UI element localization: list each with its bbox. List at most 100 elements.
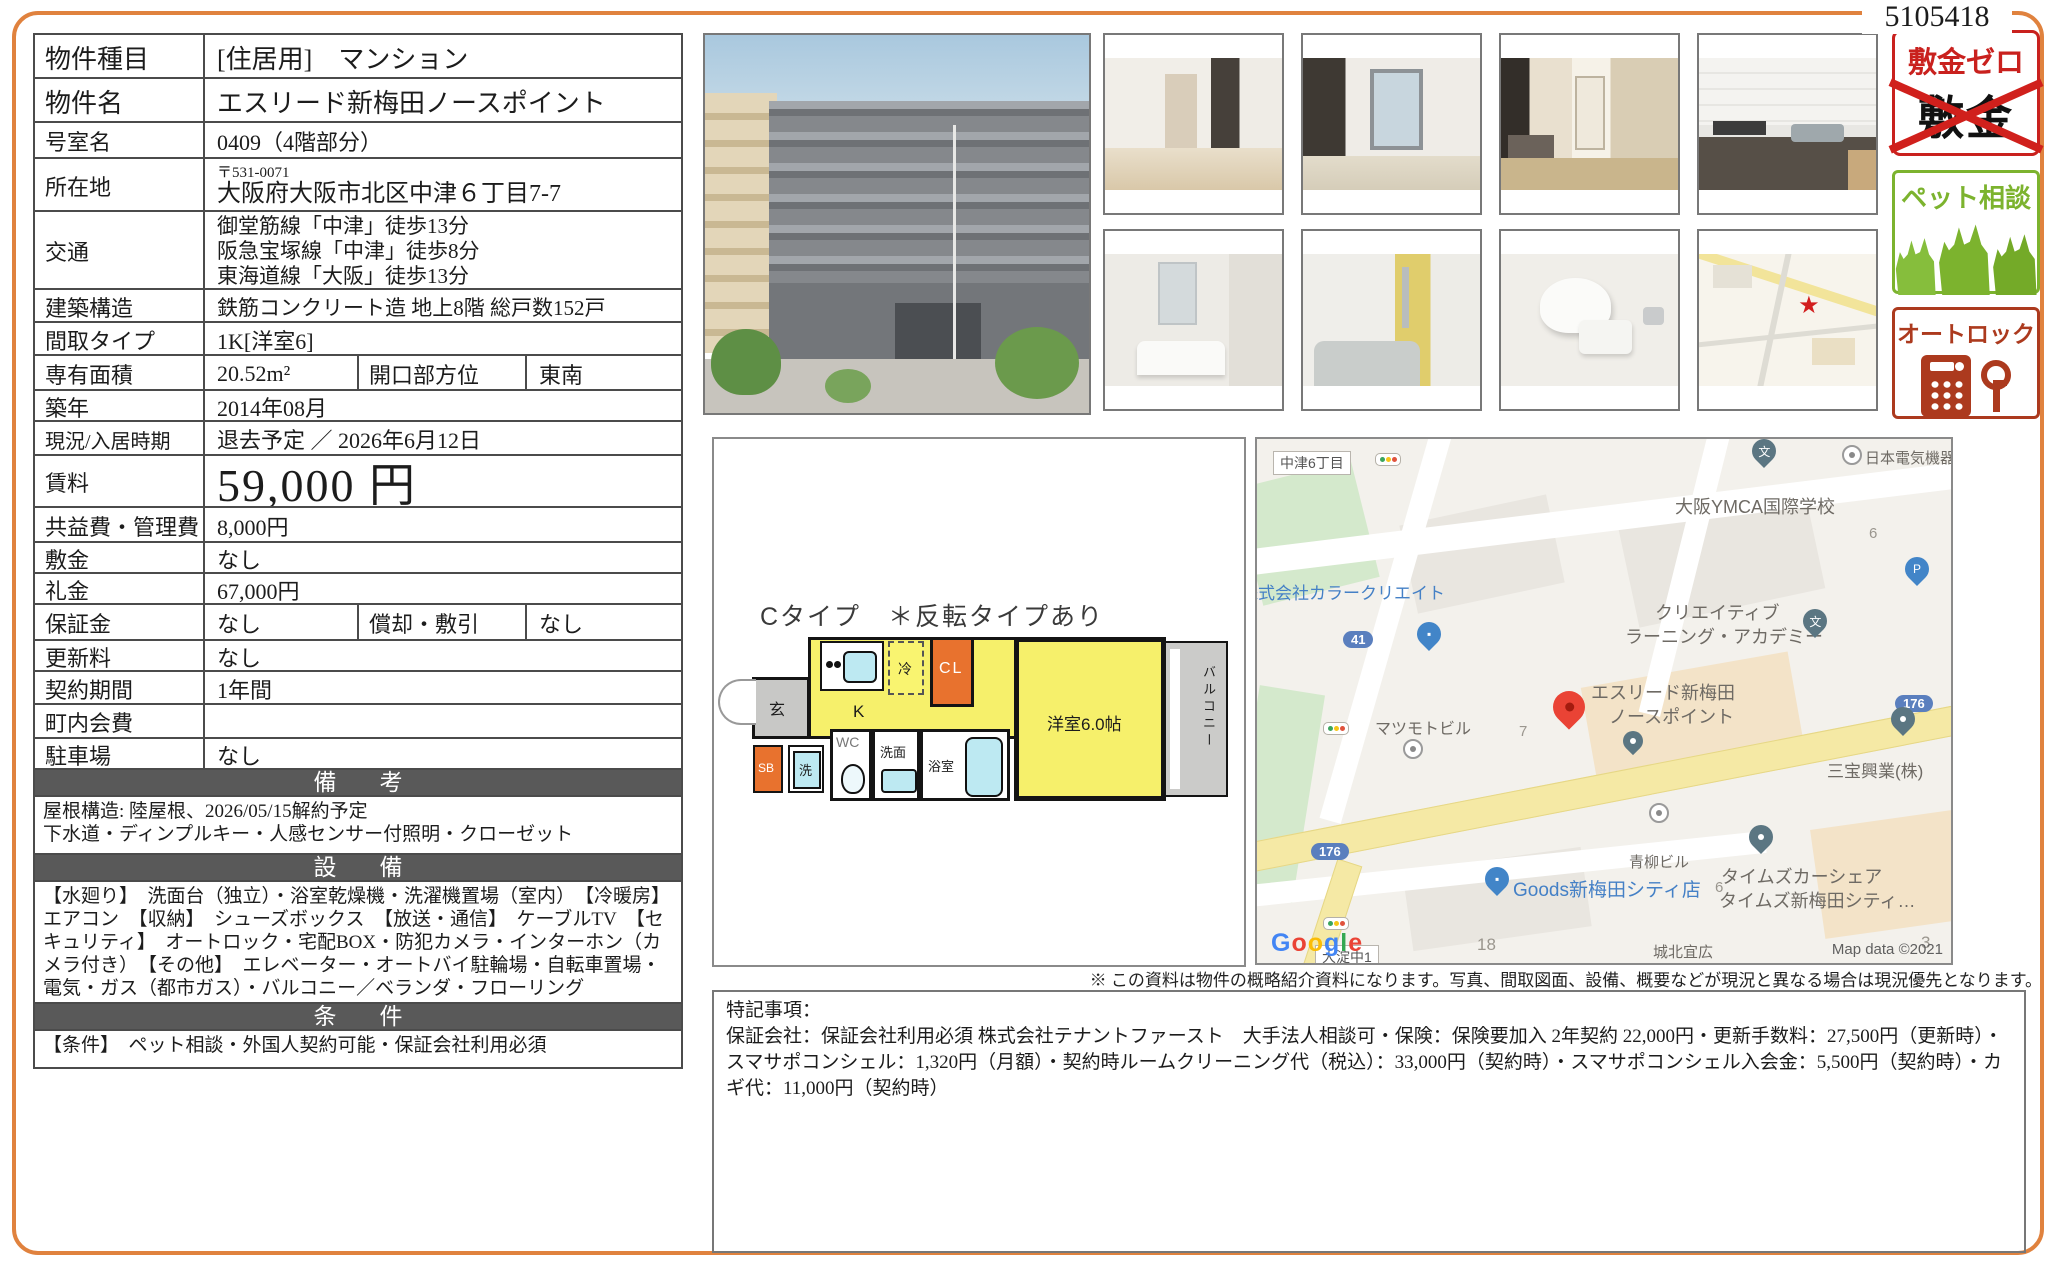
- dog-icon: [1992, 233, 2037, 295]
- photo-counter: [1508, 135, 1554, 159]
- mini-map-star: ★: [1798, 294, 1820, 318]
- row-label: 所在地: [35, 159, 203, 210]
- photo-floor: [1303, 156, 1480, 190]
- crossed-deposit-word: 敷金: [1901, 83, 2031, 147]
- row-value: 8,000円: [205, 508, 681, 541]
- map-label-creative-2: ラーニング・アカデミー: [1625, 623, 1823, 649]
- row-value: [205, 705, 681, 737]
- photo-floor: [1105, 148, 1282, 190]
- table-row-name: 物件名 エスリード新梅田ノースポイント: [35, 79, 681, 121]
- photo-tree: [711, 329, 781, 395]
- shop-pin-icon: ▪: [1412, 617, 1446, 651]
- photo-shower-bar: [1402, 267, 1409, 328]
- map-label-creative-1: クリエイティブ: [1655, 599, 1780, 625]
- mini-map-block: [1713, 265, 1752, 289]
- row-value: なし: [205, 543, 681, 572]
- faucet-dot: [826, 661, 833, 668]
- floorplan-fridge: 冷: [888, 641, 924, 695]
- transport-line: 阪急宝塚線「中津」徒歩8分: [217, 239, 480, 264]
- poi-pin-icon: [1649, 803, 1669, 823]
- map-label-times-1: タイムズカーシェア: [1721, 863, 1882, 889]
- map-copyright: Map data ©2021: [1832, 941, 1943, 958]
- photo-walls: [1105, 254, 1282, 386]
- row-value-2: なし: [527, 605, 681, 639]
- special-notes-body: 保証会社：保証会社利用必須 株式会社テナントファースト 大手法人相談可・保険：保…: [726, 1024, 2012, 1102]
- row-value: 2014年08月: [205, 391, 681, 420]
- photo-floor: [1848, 150, 1876, 190]
- row-value: なし: [205, 641, 681, 670]
- photo-toilet-tank: [1579, 320, 1632, 354]
- row-label: 駐車場: [35, 739, 203, 768]
- table-row-contract: 契約期間 1年間: [35, 672, 681, 703]
- row-label: 礼金: [35, 574, 203, 603]
- photo-entrance: [895, 303, 981, 359]
- row-label: 敷金: [35, 543, 203, 572]
- row-value: 20.52m²: [205, 356, 357, 389]
- photo-grid: ★: [1103, 33, 1879, 411]
- photo-walls: [1303, 58, 1480, 190]
- room-label: 洋室6.0帖: [1047, 710, 1122, 735]
- table-row-built: 築年 2014年08月: [35, 391, 681, 420]
- table-row-rent: 賃料 59,000 円: [35, 456, 681, 506]
- table-row-room: 号室名 0409（4階部分）: [35, 123, 681, 157]
- photo-toilet: [1499, 229, 1680, 411]
- map-number: 6: [1869, 525, 1877, 542]
- map-number: 7: [1519, 723, 1527, 740]
- floorplan-main-room: 洋室6.0帖: [1014, 637, 1166, 801]
- dog-silhouettes-icon: [1895, 217, 2037, 295]
- photo-washbasin: [1103, 229, 1284, 411]
- photo-balcony-window: [1370, 69, 1423, 151]
- photo-bathtub: [1314, 341, 1420, 386]
- floorplan-shoe-box: SB: [753, 745, 783, 793]
- photo-room-window: [1301, 33, 1482, 215]
- photo-side-building: [705, 93, 777, 353]
- photo-flagpole: [953, 125, 956, 365]
- autolock-icons: [1895, 355, 2037, 417]
- toilet-shape: [841, 764, 865, 794]
- floorplan-drawing: K 冷 CL 玄 SB: [748, 637, 1234, 803]
- floorplan-sink-unit: [820, 641, 884, 691]
- mini-map-block: [1812, 338, 1854, 364]
- transport-line: 御堂筋線「中津」徒歩13分: [217, 214, 469, 239]
- dog-icon: [1895, 237, 1936, 295]
- transport-line: 東海道線「大阪」徒歩13分: [217, 264, 469, 289]
- shoe-box-label: SB: [758, 761, 774, 775]
- table-row-common-fee: 共益費・管理費 8,000円: [35, 508, 681, 541]
- traffic-light-icon: [1323, 722, 1349, 735]
- row-label: 賃料: [35, 456, 203, 506]
- floorplan-box: Cタイプ ＊反転タイプあり K 冷 CL 玄: [712, 437, 1246, 967]
- map-label-esleed-2: ノースポイント: [1609, 703, 1734, 729]
- table-row-address: 所在地 〒531-0071 大阪府大阪市北区中津６丁目7-7: [35, 159, 681, 210]
- intercom-keypad: [1929, 379, 1965, 411]
- table-row-layout: 間取タイプ 1K[洋室6]: [35, 323, 681, 354]
- map-label-matsumoto: マツモトビル: [1375, 715, 1471, 739]
- photo-mini-map: ★: [1697, 229, 1878, 411]
- kitchen-sink: [843, 651, 877, 683]
- photo-mirror: [1158, 262, 1197, 325]
- floorplan-entrance: 玄: [752, 677, 810, 739]
- photo-kitchen-corridor: [1499, 33, 1680, 215]
- map-number: 18: [1477, 935, 1496, 955]
- map-label-sanpo: 三宝興業(株): [1827, 757, 1923, 782]
- poi-pin-icon: [1403, 739, 1423, 759]
- row-value: 67,000円: [205, 574, 681, 603]
- photo-door: [1575, 76, 1605, 150]
- table-row-type: 物件種目 [住居用] マンション: [35, 35, 681, 77]
- map-label-denki: 日本電気機器: [1865, 447, 1953, 468]
- floorplan-wc: WC: [830, 729, 872, 801]
- row-label: 物件種目: [35, 35, 203, 77]
- map-label-esleed-1: エスリード新梅田: [1591, 679, 1735, 705]
- balcony-rail: [1170, 649, 1180, 789]
- parking-pin-icon: P: [1900, 552, 1934, 586]
- row-value: エスリード新梅田ノースポイント: [205, 79, 681, 121]
- wc-label: WC: [836, 734, 859, 750]
- floorplan-bath: 浴室: [920, 729, 1010, 801]
- badge-autolock-title: オートロック: [1895, 315, 2037, 349]
- traffic-light-icon: [1375, 453, 1401, 466]
- row-label-2: 償却・敷引: [359, 605, 525, 639]
- special-notes-title: 特記事項：: [726, 998, 2012, 1024]
- row-label-2: 開口部方位: [359, 356, 525, 389]
- mini-map-canvas: ★: [1699, 254, 1876, 386]
- key-stem: [1993, 386, 2000, 412]
- washstand-sink: [881, 769, 917, 793]
